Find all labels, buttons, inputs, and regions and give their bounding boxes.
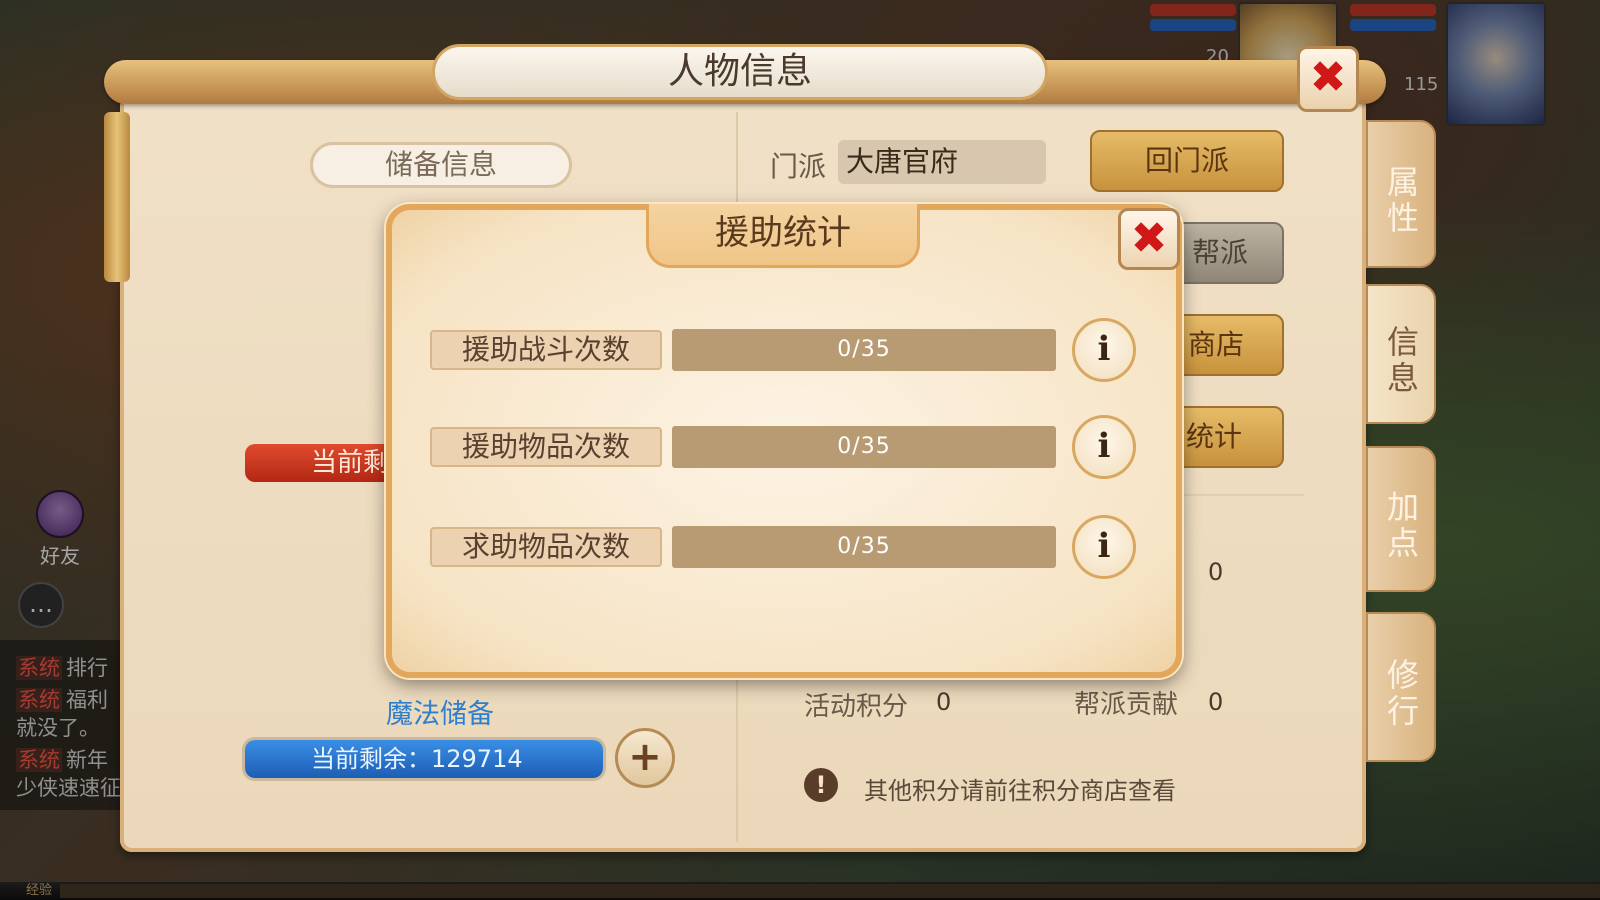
assist-item-progress: 0/35: [672, 426, 1056, 468]
assist-item-label: 援助物品次数: [430, 427, 662, 467]
activity-points-label: 活动积分: [804, 692, 909, 722]
sect-value: 大唐官府: [838, 140, 1046, 184]
assist-battle-info-button[interactable]: i: [1072, 318, 1136, 382]
points-notice-text: 其他积分请前往积分商店查看: [864, 777, 1176, 805]
tab-cultivation-label: 修行: [1382, 658, 1420, 730]
request-item-info-button[interactable]: i: [1072, 515, 1136, 579]
guild-contribution-value: 0: [1208, 688, 1224, 716]
add-magic-button[interactable]: +: [615, 728, 675, 788]
assist-stats-title: 援助统计: [646, 204, 920, 268]
guild-contribution-label: 帮派贡献: [1074, 690, 1179, 720]
assist-item-count: 0/35: [837, 434, 891, 459]
decorative-tassel: [104, 112, 130, 282]
magic-reserve-label: 魔法储备: [386, 699, 494, 730]
assist-item-info-button[interactable]: i: [1072, 415, 1136, 479]
assist-battle-count: 0/35: [837, 337, 891, 362]
tab-attributes[interactable]: 属性: [1366, 120, 1436, 268]
return-sect-button[interactable]: 回门派: [1090, 130, 1284, 192]
panel-title: 人物信息: [432, 44, 1048, 100]
score-value: 0: [1208, 558, 1224, 586]
exclamation-icon: !: [804, 768, 838, 802]
dialog-close-button[interactable]: ✖: [1118, 208, 1180, 270]
assist-battle-progress: 0/35: [672, 329, 1056, 371]
tab-cultivation[interactable]: 修行: [1366, 612, 1436, 762]
request-item-label: 求助物品次数: [430, 527, 662, 567]
reserve-info-header: 储备信息: [310, 142, 572, 188]
tab-add-points[interactable]: 加点: [1366, 446, 1436, 592]
tab-add-points-label: 加点: [1382, 490, 1420, 562]
magic-reserve-bar: 当前剩余：129714: [245, 740, 603, 778]
tab-attributes-label: 属性: [1382, 165, 1420, 237]
activity-points-value: 0: [936, 688, 952, 716]
tab-info[interactable]: 信息: [1366, 284, 1436, 424]
panel-close-button[interactable]: ✖: [1297, 46, 1359, 112]
sect-label: 门派: [770, 150, 827, 183]
assist-battle-label: 援助战斗次数: [430, 330, 662, 370]
request-item-progress: 0/35: [672, 526, 1056, 568]
request-item-count: 0/35: [837, 534, 891, 559]
tab-info-label: 信息: [1382, 325, 1420, 397]
